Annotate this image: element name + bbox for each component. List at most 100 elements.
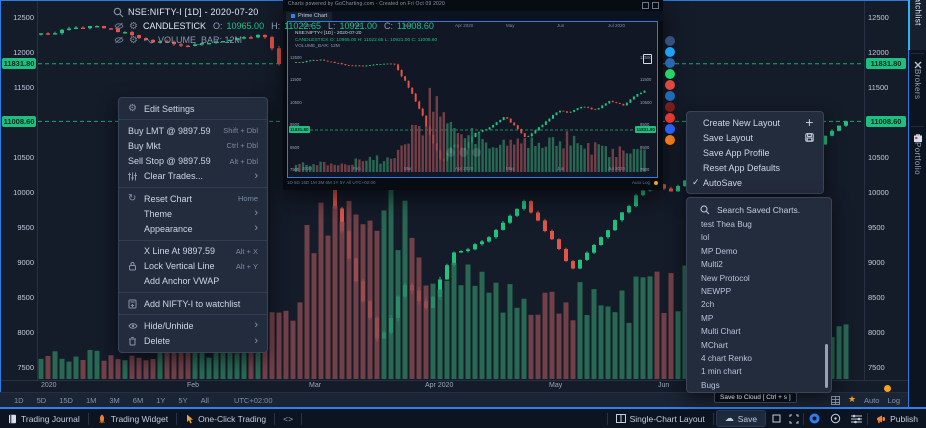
publish-button[interactable]: Publish: [868, 409, 926, 428]
share-icon-0[interactable]: [665, 36, 675, 46]
menu-item-add-anchor-vwap[interactable]: Add Anchor VWAP: [119, 274, 267, 289]
reset-icon: [128, 193, 144, 204]
magnifier-icon[interactable]: [113, 7, 124, 18]
saved-chart-item[interactable]: MP Demo: [687, 245, 831, 258]
share-icon-3[interactable]: [665, 69, 675, 79]
search-placeholder: Search Saved Charts.: [717, 205, 800, 215]
menu-item-clear-trades[interactable]: Clear Trades...: [119, 169, 267, 184]
auto-scale-toggle[interactable]: Auto: [864, 396, 879, 405]
timeframe-5d[interactable]: 5D: [37, 396, 47, 405]
pointer-icon: [185, 414, 194, 424]
share-icon-1[interactable]: [665, 47, 675, 57]
support-chat-button[interactable]: [804, 409, 825, 428]
code-button[interactable]: <>: [275, 409, 301, 428]
expand-icon[interactable]: [642, 2, 649, 9]
saved-chart-item[interactable]: NEWPP: [687, 285, 831, 298]
trading-journal-button[interactable]: Trading Journal: [0, 409, 88, 428]
share-icon-7[interactable]: [665, 113, 675, 123]
saved-chart-item[interactable]: test Thea Bug: [687, 218, 831, 231]
scrollbar[interactable]: [825, 344, 828, 388]
saved-chart-item[interactable]: New Protocol: [687, 272, 831, 285]
gear-icon[interactable]: [128, 35, 139, 46]
popup-time-tick: Apr 2020: [455, 23, 473, 28]
chat-icon: [809, 413, 820, 424]
divider: [119, 240, 267, 241]
timeframe-6m[interactable]: 6M: [133, 396, 143, 405]
share-icon-8[interactable]: [665, 124, 675, 134]
menu-item-reset-chart[interactable]: Reset Chart Home: [119, 191, 267, 206]
popup-price-tick: 7500: [290, 167, 299, 172]
gear-icon[interactable]: [128, 21, 139, 32]
menu-item-buy-mkt[interactable]: Buy Mkt Ctrl + Dbl: [119, 138, 267, 153]
share-icon-9[interactable]: [665, 135, 675, 145]
saved-chart-item[interactable]: lol: [687, 231, 831, 244]
menu-item-add-to-watchlist[interactable]: Add NIFTY-I to watchlist: [119, 296, 267, 311]
menu-item-autosave[interactable]: AutoSave: [687, 175, 823, 190]
menu-item-buy-lmt[interactable]: Buy LMT @ 9897.59 Shift + Dbl: [119, 123, 267, 138]
trading-app: 1250012500120001200011500115001050010500…: [0, 0, 926, 428]
menu-item-reset-app-defaults[interactable]: Reset App Defaults: [687, 160, 823, 175]
share-icon-2[interactable]: [665, 58, 675, 68]
share-icon-4[interactable]: [665, 80, 675, 90]
menu-item-x-line[interactable]: X Line At 9897.59 Alt + X: [119, 244, 267, 259]
timeframe-3m[interactable]: 3M: [109, 396, 119, 405]
timezone[interactable]: UTC+02:00: [234, 396, 273, 405]
saved-chart-item[interactable]: MP: [687, 312, 831, 325]
log-scale-toggle[interactable]: Log: [887, 396, 900, 405]
menu-item-save-layout[interactable]: Save Layout: [687, 130, 823, 145]
menu-item-create-new-layout[interactable]: Create New Layout: [687, 115, 823, 130]
grid-icon[interactable]: [831, 396, 840, 405]
tab-portfolio[interactable]: Portfolio: [909, 130, 926, 208]
menu-item-save-app-profile[interactable]: Save App Profile: [687, 145, 823, 160]
tab-brokers[interactable]: Brokers: [909, 57, 926, 123]
menu-item-sell-stop[interactable]: Sell Stop @ 9897.59 Alt + Dbl: [119, 154, 267, 169]
timeframe-5y[interactable]: 5Y: [178, 396, 187, 405]
submenu-arrow-icon: [254, 209, 258, 218]
saved-chart-item[interactable]: Multi Chart: [687, 325, 831, 338]
copy-icon[interactable]: [643, 54, 652, 64]
timeframe-all[interactable]: All: [201, 396, 209, 405]
timeframe-15d[interactable]: 15D: [59, 396, 73, 405]
fullscreen-button[interactable]: [785, 409, 803, 428]
one-click-trading-button[interactable]: One-Click Trading: [177, 409, 274, 428]
single-chart-layout-button[interactable]: Single-Chart Layout: [608, 409, 713, 428]
popup-window-icons[interactable]: [642, 2, 659, 9]
saved-chart-item[interactable]: Multi2: [687, 258, 831, 271]
tune-icon: [851, 414, 862, 424]
saved-chart-item[interactable]: Bugs: [687, 379, 831, 392]
crosshair-button[interactable]: [825, 409, 846, 428]
settings-button[interactable]: [846, 409, 867, 428]
share-icon-6[interactable]: [665, 102, 675, 112]
eye-off-icon[interactable]: [113, 22, 124, 30]
trading-widget-button[interactable]: Trading Widget: [89, 409, 176, 428]
menu-item-hide-unhide[interactable]: Hide/Unhide: [119, 318, 267, 333]
tab-watchlist[interactable]: Watchlist: [908, 0, 926, 50]
menu-item-lock-vertical-line[interactable]: Lock Vertical Line Alt + Y: [119, 259, 267, 274]
price-tick: 12000: [1, 48, 34, 57]
menu-item-theme[interactable]: Theme: [119, 206, 267, 221]
popup-footer: 1D 5D 15D 1M 3M 6M 1Y 5Y All UTC+02:00 A…: [287, 180, 658, 185]
close-icon[interactable]: [652, 2, 659, 9]
price-tick: 9500: [1, 223, 34, 232]
volume-study: VOLUME_BAR: 12M: [158, 35, 242, 45]
menu-item-edit-settings[interactable]: Edit Settings: [119, 101, 267, 116]
menu-item-delete[interactable]: Delete: [119, 333, 267, 348]
eye-off-icon[interactable]: [113, 36, 124, 44]
share-icon-5[interactable]: [665, 91, 675, 101]
left-axis-line: [37, 1, 38, 381]
maximize-button[interactable]: [768, 409, 785, 428]
saved-chart-item[interactable]: 1 min chart: [687, 365, 831, 378]
submenu-arrow-icon: [254, 321, 258, 330]
saved-chart-item[interactable]: MChart: [687, 339, 831, 352]
popup-nav-buttons[interactable]: [446, 148, 481, 157]
saved-chart-item[interactable]: 4 chart Renko: [687, 352, 831, 365]
timeframe-1d[interactable]: 1D: [14, 396, 24, 405]
saved-charts-search[interactable]: Search Saved Charts.: [687, 201, 831, 218]
menu-item-appearance[interactable]: Appearance: [119, 221, 267, 236]
divider: [911, 53, 924, 54]
save-button[interactable]: ☁ Save: [716, 410, 766, 427]
timeframe-1y[interactable]: 1Y: [156, 396, 165, 405]
star-icon[interactable]: ★: [848, 395, 856, 405]
timeframe-1m[interactable]: 1M: [86, 396, 96, 405]
saved-chart-item[interactable]: 2ch: [687, 298, 831, 311]
